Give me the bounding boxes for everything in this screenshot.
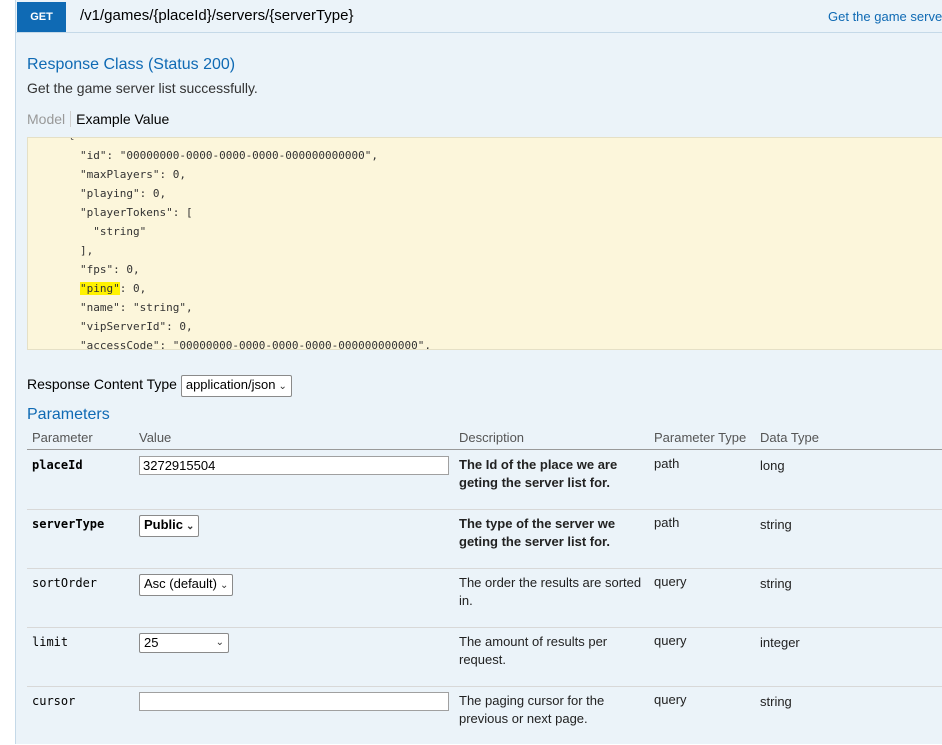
code-line: "playing": 0, [80, 187, 167, 200]
endpoint-path[interactable]: /v1/games/{placeId}/servers/{serverType} [80, 7, 353, 24]
code-line: "playerTokens": [ [80, 206, 193, 219]
operation-panel: GET /v1/games/{placeId}/servers/{serverT… [15, 0, 942, 744]
sortorder-select[interactable]: Asc (default) ⌄ [139, 574, 234, 596]
servertype-select[interactable]: Public ⌄ [139, 515, 200, 537]
code-line: "maxPlayers": 0, [80, 168, 186, 181]
sortorder-value: Asc (default) [144, 576, 217, 591]
code-line: "id": "00000000-0000-0000-0000-000000000… [80, 149, 379, 162]
code-brace-glyph: { [68, 138, 75, 141]
chevron-down-icon: ⌄ [278, 381, 287, 392]
response-description: Get the game server list successfully. [27, 80, 258, 96]
code-line: "string" [80, 225, 147, 238]
column-header-parameter: Parameter [32, 430, 93, 445]
param-type: path [654, 456, 680, 471]
param-name: limit [32, 635, 69, 649]
model-tabs: Model Example Value [27, 111, 169, 127]
tab-example-value[interactable]: Example Value [71, 111, 169, 127]
code-line-rest: : 0, [119, 282, 147, 295]
code-line: "accessCode": "00000000-0000-0000-0000-0… [80, 339, 431, 350]
content-type-label: Response Content Type [27, 376, 177, 392]
cursor-input[interactable] [139, 692, 449, 711]
param-name: placeId [32, 458, 83, 472]
column-header-data-type: Data Type [760, 430, 820, 445]
param-description: The type of the server we geting the ser… [459, 516, 616, 549]
highlighted-key: "ping" [80, 282, 120, 295]
data-type: integer [760, 635, 800, 650]
table-row: cursor The paging cursor for the previou… [27, 686, 942, 745]
param-type: query [654, 633, 687, 648]
data-type: string [760, 694, 792, 709]
table-row: placeId 3272915504 The Id of the place w… [27, 450, 942, 510]
param-description: The order the results are sorted in. [459, 575, 642, 608]
param-type: query [654, 692, 687, 707]
code-line: "fps": 0, [80, 263, 140, 276]
table-row: sortOrder Asc (default) ⌄ The order the r… [27, 568, 942, 628]
response-content-type: Response Content Type application/json ⌄ [27, 375, 292, 397]
chevron-down-icon: ⌄ [219, 580, 229, 591]
param-name: sortOrder [32, 576, 98, 590]
operation-summary[interactable]: Get the game server [828, 9, 942, 24]
example-value-code[interactable]: { "id": "00000000-0000-0000-0000-0000000… [27, 137, 942, 350]
param-name: cursor [32, 694, 76, 708]
operation-header[interactable]: GET /v1/games/{placeId}/servers/{serverT… [16, 0, 942, 33]
code-line-ping: "ping": 0, [80, 282, 146, 295]
content-type-select[interactable]: application/json ⌄ [180, 375, 292, 397]
chevron-down-icon: ⌄ [186, 521, 195, 532]
chevron-down-icon: ⌄ [215, 637, 224, 648]
table-row: serverType Public ⌄ The type of the serve… [27, 509, 942, 569]
parameters-title: Parameters [27, 406, 110, 423]
data-type: string [760, 576, 792, 591]
param-description: The amount of results per request. [459, 634, 608, 667]
tab-model[interactable]: Model [27, 111, 72, 127]
param-description: The Id of the place we are geting the se… [459, 457, 618, 490]
limit-select[interactable]: 25 ⌄ [139, 633, 229, 653]
table-row: limit 25 ⌄ The amount of results per requ… [27, 627, 942, 687]
column-header-value: Value [139, 430, 172, 445]
param-description: The paging cursor for the previous or ne… [459, 693, 605, 726]
param-type: query [654, 574, 687, 589]
code-line: ], [80, 244, 94, 257]
servertype-value: Public [144, 517, 184, 532]
placeid-input[interactable]: 3272915504 [139, 456, 449, 475]
code-line: "name": "string", [80, 301, 193, 314]
content-type-value: application/json [185, 377, 276, 392]
param-type: path [654, 515, 680, 530]
response-class-title: Response Class (Status 200) [27, 56, 236, 73]
data-type: long [760, 458, 785, 473]
column-header-parameter-type: Parameter Type [654, 430, 747, 445]
code-line: "vipServerId": 0, [80, 320, 193, 333]
column-header-description: Description [459, 430, 525, 445]
data-type: string [760, 517, 792, 532]
limit-value: 25 [144, 635, 159, 650]
param-name: serverType [32, 517, 105, 531]
http-method-badge[interactable]: GET [17, 2, 66, 32]
